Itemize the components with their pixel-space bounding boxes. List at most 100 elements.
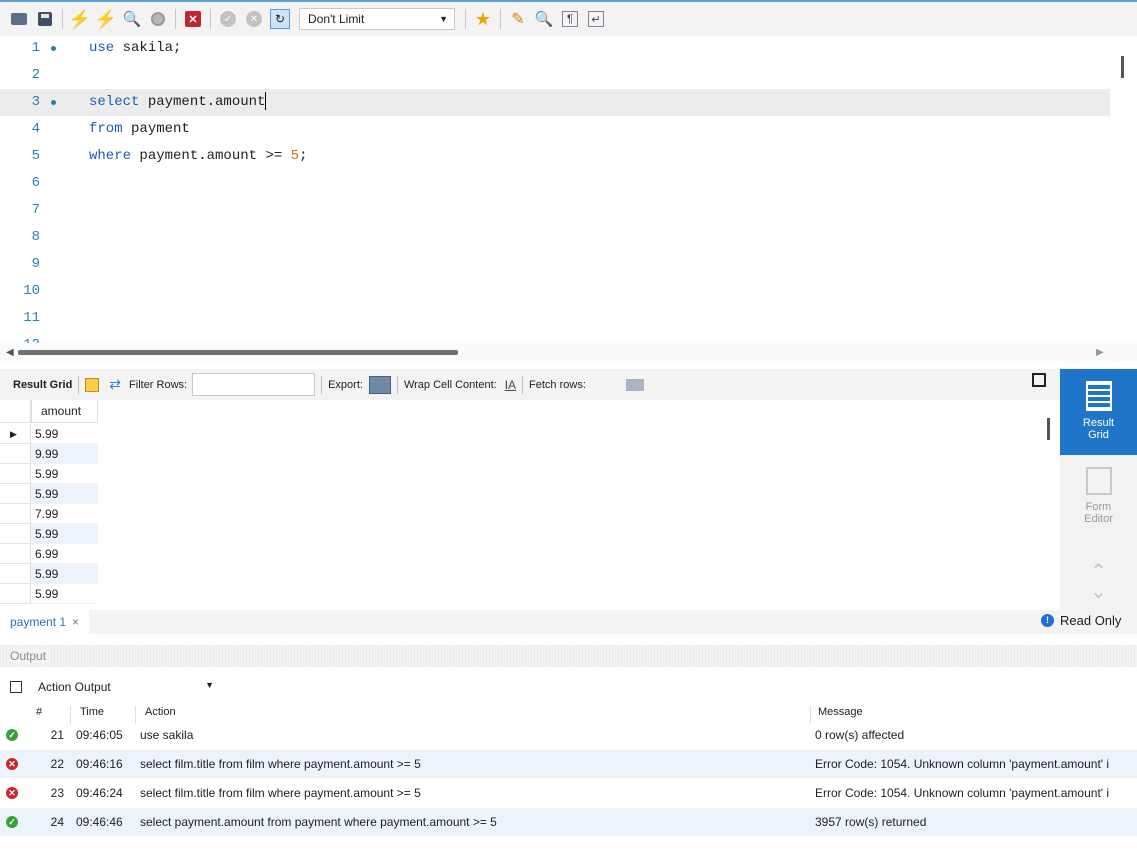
row-selector[interactable] [0,544,31,564]
grid-cell-amount[interactable]: 6.99 [31,544,98,564]
find-icon[interactable]: 🔍 [534,9,554,29]
editor-line[interactable]: 4 from payment [0,116,1110,143]
form-editor-button[interactable]: Form Editor [1060,459,1137,539]
export-icon[interactable] [368,375,391,394]
editor-line[interactable]: 1 use sakila; [0,36,1110,62]
result-grid[interactable]: amount ▶ 5.99 9.99 5.99 5.99 7.99 5.99 6.99 5.99… [0,400,1040,610]
row-time: 09:46:16 [76,757,123,771]
row-selector[interactable]: ▶ [0,424,31,444]
sql-text: payment [122,121,190,137]
sql-keyword: select [89,94,140,110]
editor-line[interactable]: 7 [0,197,1110,224]
autocommit-icon[interactable]: ↻ [270,9,290,29]
row-selector[interactable] [0,464,31,484]
execute-icon[interactable]: ⚡ [69,9,91,29]
scroll-right-icon[interactable]: ▶ [1096,347,1104,358]
chevron-down-icon[interactable]: ⌄ [1060,579,1137,604]
form-editor-label-1: Form [1085,501,1112,513]
output-panel-header: Output [0,645,1137,667]
column-header-amount[interactable]: amount [31,400,98,423]
col-message[interactable]: Message [818,706,863,718]
editor-line[interactable]: 10 [0,278,1110,305]
output-row[interactable]: ✓ 24 09:46:46 select payment.amount from pa… [0,808,1137,836]
editor-line[interactable]: 9 [0,251,1110,278]
row-selector[interactable] [0,504,31,524]
copy-icon[interactable] [10,681,22,693]
wrap-cell-icon[interactable]: IA [505,378,516,392]
execute-current-icon[interactable]: ⚡ [95,9,117,29]
tab-payment-1[interactable]: payment 1 × [0,610,90,634]
explain-icon[interactable]: 🔍 [122,9,142,29]
error-toggle-icon[interactable]: ✕ [183,9,203,29]
col-num[interactable]: # [36,706,42,718]
editor-line[interactable]: 5 where payment.amount >= 5; [0,143,1110,170]
editor-line[interactable]: 2 [0,62,1110,89]
close-icon[interactable]: × [72,611,79,633]
editor-line[interactable]: 12 [0,332,1110,343]
bookmark-icon[interactable]: ★ [473,9,493,29]
row-selector[interactable] [0,584,31,604]
editor-horizontal-scrollbar[interactable]: ◀ ▶ [0,343,1137,363]
export-label: Export: [328,378,363,391]
scrollbar-thumb[interactable] [18,350,458,355]
result-grid-view-button[interactable]: Result Grid [1060,369,1137,455]
fetch-rows-icon[interactable] [625,378,644,391]
grid-cell-amount[interactable]: 5.99 [31,524,98,544]
toolbar-divider [522,375,524,394]
editor-line[interactable]: 6 [0,170,1110,197]
grid-cell-amount[interactable]: 5.99 [31,424,98,444]
grid-cell-amount[interactable]: 5.99 [31,584,98,604]
grid-view-icon[interactable] [85,377,100,392]
line-number: 9 [31,256,40,272]
word-wrap-icon[interactable]: ↵ [586,9,606,29]
grid-cell-amount[interactable]: 9.99 [31,444,98,464]
scroll-left-icon[interactable]: ◀ [6,347,14,358]
grid-cell-amount[interactable]: 7.99 [31,504,98,524]
toolbar-divider [78,375,80,394]
toolbar-divider [500,9,501,29]
sql-text: ; [299,148,308,164]
editor-line[interactable]: 3 select payment.amount [0,89,1110,116]
invisible-chars-icon[interactable]: ¶ [560,9,580,29]
grid-cell-amount[interactable]: 5.99 [31,464,98,484]
editor-vertical-scrollbar[interactable] [1121,56,1124,78]
stop-icon[interactable] [148,9,168,29]
grid-corner[interactable] [0,400,31,423]
editor-line[interactable]: 11 [0,305,1110,332]
row-message: 0 row(s) affected [815,728,905,742]
row-selector[interactable] [0,484,31,504]
editor-line[interactable]: 8 [0,224,1110,251]
row-time: 09:46:24 [76,786,123,800]
line-number: 4 [31,121,40,137]
limit-rows-select[interactable]: Don't Limit ▼ [299,8,455,30]
row-selector[interactable] [0,524,31,544]
output-title: Output [10,649,51,663]
col-action[interactable]: Action [145,706,176,718]
row-selector[interactable] [0,444,31,464]
grid-cell-amount[interactable]: 5.99 [31,564,98,584]
toggle-panel-icon[interactable] [1032,373,1046,387]
beautify-icon[interactable]: ✎ [508,9,528,29]
toolbar-divider [210,9,211,29]
row-selector[interactable] [0,564,31,584]
row-message: Error Code: 1054. Unknown column 'paymen… [815,786,1110,800]
folder-icon[interactable] [9,9,29,29]
action-output-select[interactable]: Action Output ▼ [38,680,218,694]
save-icon[interactable] [35,9,55,29]
grid-cell-amount[interactable]: 5.99 [31,484,98,504]
rollback-icon[interactable]: ✕ [244,9,264,29]
refresh-icon[interactable]: ⇄ [109,376,121,393]
sql-keyword: where [89,148,132,164]
col-time[interactable]: Time [80,706,104,718]
output-row[interactable]: ✕ 22 09:46:16 select film.title from film w… [0,750,1137,778]
toolbar-divider [321,375,323,394]
commit-icon[interactable]: ✓ [218,9,238,29]
grid-vertical-scrollbar[interactable] [1047,418,1050,440]
output-row[interactable]: ✕ 23 09:46:24 select film.title from film w… [0,779,1137,807]
line-number: 11 [23,310,40,326]
error-icon: ✕ [6,787,18,799]
statement-marker-icon [51,100,56,105]
output-row[interactable]: ✓ 21 09:46:05 use sakila 0 row(s) affected [0,721,1137,749]
sql-editor[interactable]: 1 use sakila; 2 3 select payment.amount 4 from… [0,36,1137,343]
filter-rows-input[interactable] [192,373,316,396]
